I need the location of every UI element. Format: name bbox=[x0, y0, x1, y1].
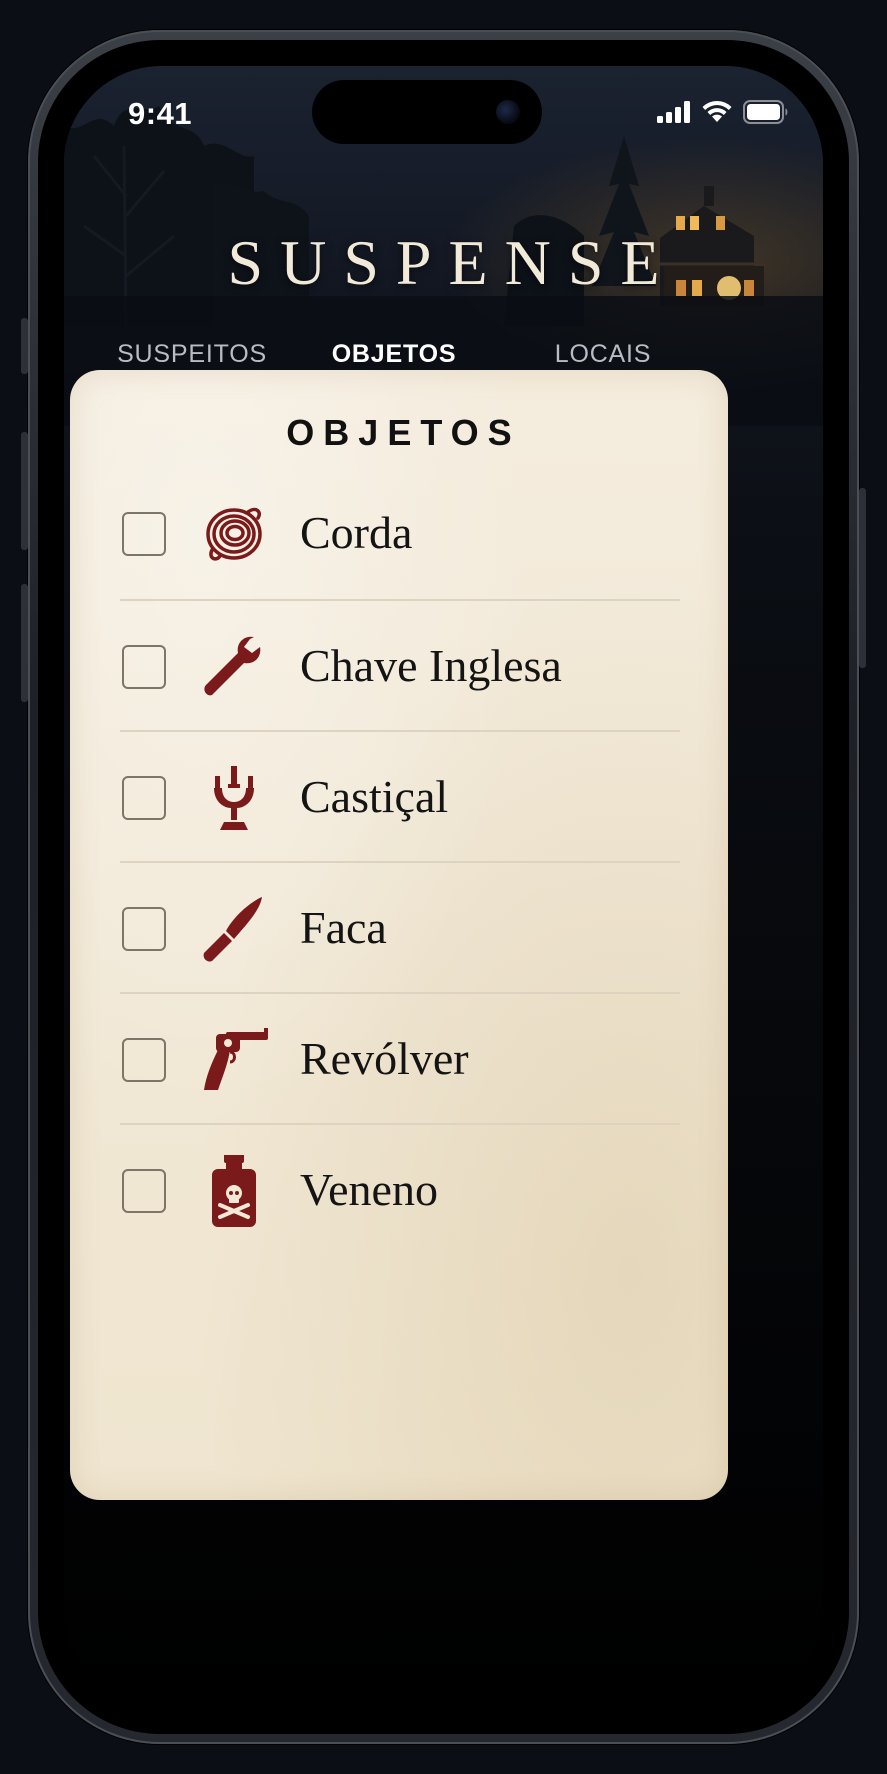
screen: 9:41 SUSPENSE SUSPEITOS OBJETOS LOCAIS O… bbox=[64, 66, 823, 1708]
wrench-icon bbox=[198, 631, 270, 703]
battery-icon bbox=[743, 99, 789, 129]
checkbox-faca[interactable] bbox=[122, 907, 166, 951]
objects-list: Corda Chave Inglesa Castiçal Faca Revólv… bbox=[120, 470, 680, 1256]
knife-icon bbox=[198, 893, 270, 965]
list-item-chave-inglesa[interactable]: Chave Inglesa bbox=[120, 601, 680, 732]
volume-up-button bbox=[21, 432, 28, 550]
objects-panel: OBJETOS Corda Chave Inglesa Castiçal Fac… bbox=[70, 370, 728, 1500]
list-item-revolver[interactable]: Revólver bbox=[120, 994, 680, 1125]
checkbox-chave-inglesa[interactable] bbox=[122, 645, 166, 689]
item-label: Revólver bbox=[300, 1033, 469, 1084]
dynamic-island bbox=[312, 80, 542, 144]
item-label: Corda bbox=[300, 507, 413, 558]
list-item-faca[interactable]: Faca bbox=[120, 863, 680, 994]
item-label: Veneno bbox=[300, 1164, 438, 1215]
checkbox-revolver[interactable] bbox=[122, 1038, 166, 1082]
item-label: Chave Inglesa bbox=[300, 640, 562, 691]
power-button bbox=[859, 488, 866, 668]
list-item-veneno[interactable]: Veneno bbox=[120, 1125, 680, 1256]
checkbox-veneno[interactable] bbox=[122, 1169, 166, 1213]
rope-icon bbox=[198, 498, 270, 570]
candlestick-icon bbox=[198, 762, 270, 834]
cellular-signal-icon bbox=[657, 100, 691, 128]
status-time: 9:41 bbox=[128, 96, 193, 131]
panel-heading: OBJETOS bbox=[286, 412, 521, 453]
poison-bottle-icon bbox=[198, 1153, 270, 1227]
status-bar: 9:41 bbox=[64, 66, 823, 156]
wifi-icon bbox=[701, 100, 733, 129]
front-camera bbox=[496, 100, 520, 124]
app-title: SUSPENSE bbox=[227, 227, 677, 298]
volume-down-button bbox=[21, 584, 28, 702]
item-label: Castiçal bbox=[300, 771, 449, 822]
action-button bbox=[21, 318, 28, 374]
checkbox-castical[interactable] bbox=[122, 776, 166, 820]
checkbox-corda[interactable] bbox=[122, 512, 166, 556]
list-item-castical[interactable]: Castiçal bbox=[120, 732, 680, 863]
revolver-icon bbox=[198, 1024, 270, 1096]
list-item-corda[interactable]: Corda bbox=[120, 470, 680, 601]
status-icons bbox=[657, 99, 789, 129]
item-label: Faca bbox=[300, 902, 387, 953]
